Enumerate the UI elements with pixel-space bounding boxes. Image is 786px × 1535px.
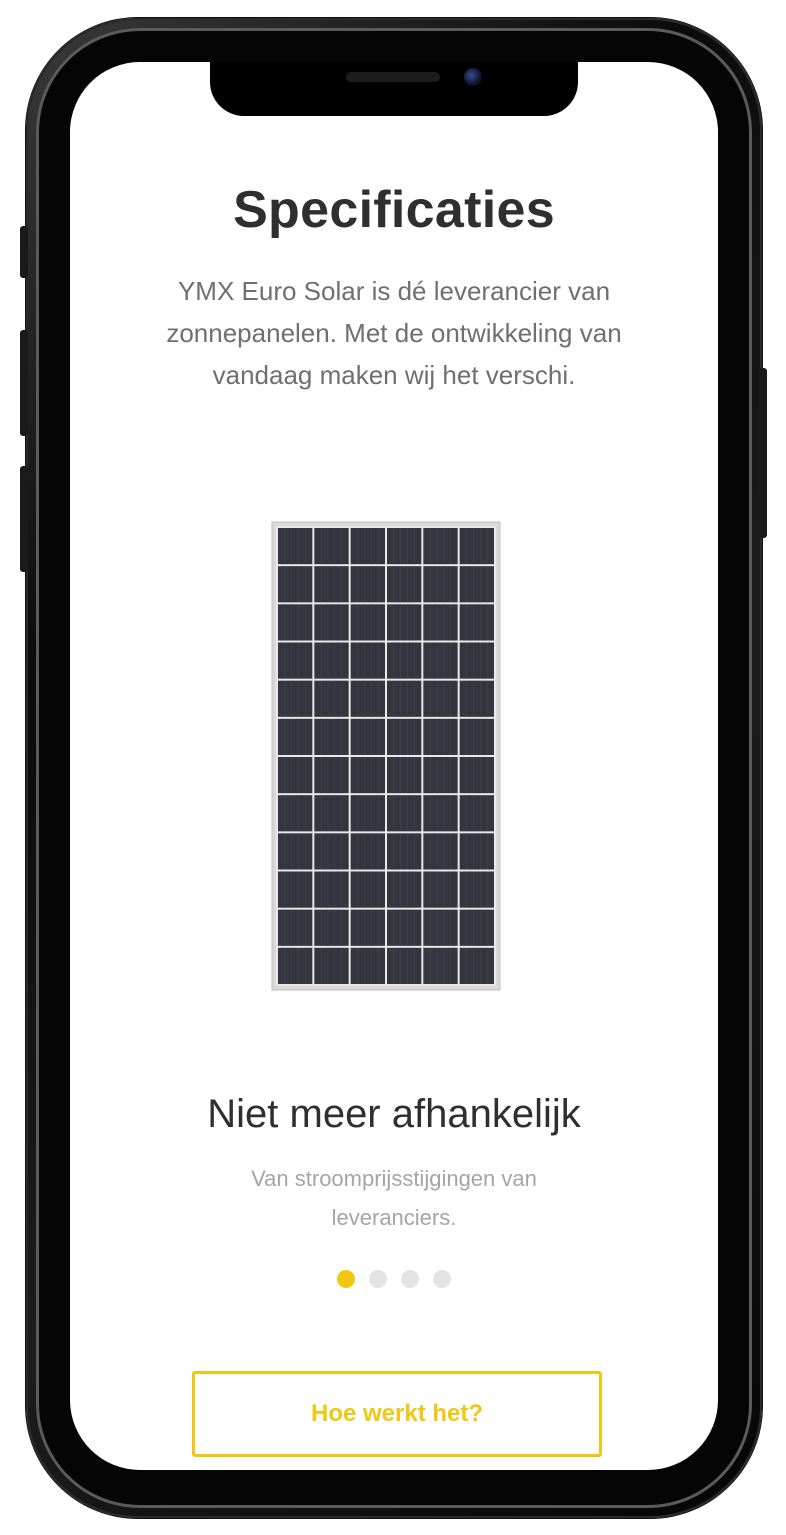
notch: [210, 62, 578, 116]
carousel-dot[interactable]: [433, 1270, 451, 1288]
front-camera-icon: [464, 68, 482, 86]
speaker-grille: [346, 72, 440, 82]
solar-panel-image: [271, 521, 501, 991]
carousel-dot[interactable]: [337, 1270, 355, 1288]
carousel-dots: [70, 1270, 718, 1288]
slide-text: Van stroomprijsstijgingen van leverancie…: [251, 1166, 537, 1230]
phone-mockup: Specificaties YMX Euro Solar is dé lever…: [0, 0, 786, 1535]
carousel-dot[interactable]: [401, 1270, 419, 1288]
power-button: [759, 368, 767, 538]
volume-up-button: [20, 330, 28, 436]
intro-text: YMX Euro Solar is dé leverancier van zon…: [166, 276, 622, 390]
slide-title: Niet meer afhankelijk: [207, 1092, 581, 1136]
how-it-works-button[interactable]: Hoe werkt het?: [192, 1371, 602, 1457]
carousel-dot[interactable]: [369, 1270, 387, 1288]
screen: Specificaties YMX Euro Solar is dé lever…: [70, 62, 718, 1470]
mute-switch: [20, 226, 28, 278]
page-title: Specificaties: [233, 181, 555, 239]
volume-down-button: [20, 466, 28, 572]
